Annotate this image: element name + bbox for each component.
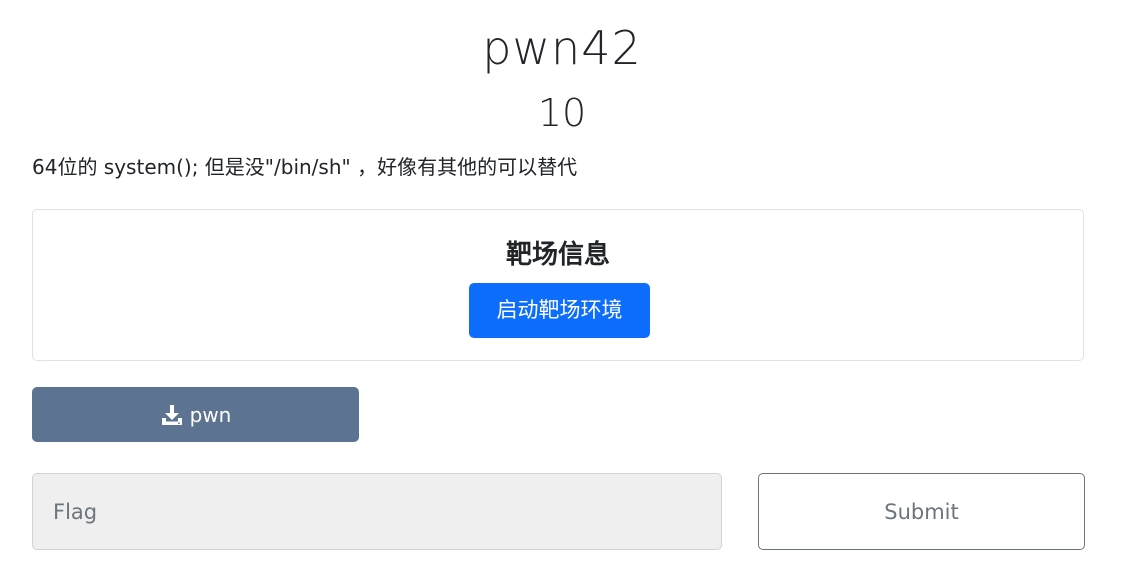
challenge-points: 10 <box>537 91 587 135</box>
challenge-description: 64位的 system(); 但是没"/bin/sh" ，好像有其他的可以替代 <box>32 155 578 179</box>
download-file-label: pwn <box>189 402 232 427</box>
challenge-title: pwn42 <box>482 21 642 75</box>
download-icon <box>160 403 184 427</box>
submit-button[interactable]: Submit <box>758 473 1085 550</box>
flag-input[interactable] <box>32 473 722 550</box>
start-environment-button[interactable]: 启动靶场环境 <box>469 283 650 338</box>
target-info-card: 靶场信息 启动靶场环境 <box>32 209 1084 361</box>
download-file-button[interactable]: pwn <box>32 387 359 442</box>
challenge-page: pwn42 10 64位的 system(); 但是没"/bin/sh" ，好像… <box>0 0 1124 568</box>
target-info-title: 靶场信息 <box>505 240 610 270</box>
